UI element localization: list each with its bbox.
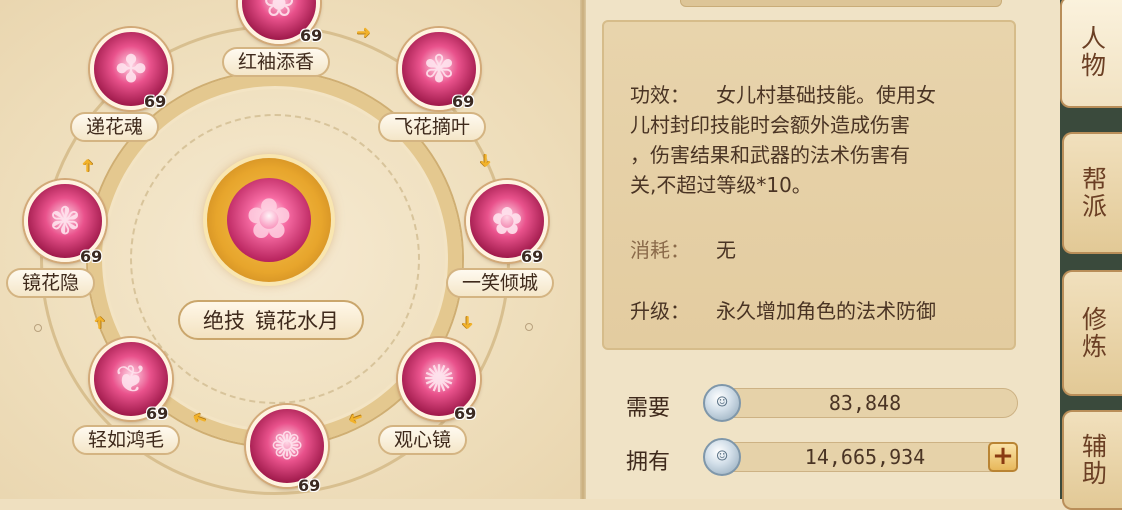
arrow-icon: ➜ (457, 314, 479, 331)
have-label: 拥有 (626, 450, 671, 475)
effect-line-1: 女儿村基础技能。使用女 (716, 83, 936, 107)
ultimate-skill-label: 绝技 镜花水月 (178, 300, 364, 340)
need-value: 83,848 (828, 391, 902, 415)
mirror-flower-icon (227, 178, 311, 262)
ornament-dot (34, 324, 42, 332)
skill-label: 飞花摘叶 (378, 112, 487, 142)
skill-level: 69 (144, 92, 167, 111)
skill-level: 69 (80, 247, 103, 266)
effect-row: 功效： 女儿村基础技能。使用女 儿村封印技能时会额外造成伤害 ，伤害结果和武器的法… (630, 80, 990, 200)
upgrade-value: 永久增加角色的法术防御 (716, 299, 936, 323)
top-strip (680, 0, 1002, 7)
skill-level: 69 (300, 26, 323, 45)
skill-label: 观心镜 (378, 425, 468, 455)
need-label: 需要 (626, 396, 671, 421)
skill-label: 递花魂 (70, 112, 160, 142)
skill-label: 镜花隐 (6, 268, 96, 298)
silver-coin-icon (703, 438, 741, 476)
upgrade-label: 升级： (630, 299, 690, 323)
effect-line-2: 儿村封印技能时会额外造成伤害 (630, 113, 910, 137)
cost-label: 消耗： (630, 238, 690, 262)
skill-level: 69 (452, 92, 475, 111)
skill-level: 69 (454, 404, 477, 423)
tab-cultivation[interactable]: 修炼 (1062, 270, 1122, 396)
arrow-icon: ➜ (77, 157, 99, 174)
skill-level: 69 (521, 247, 544, 266)
ultimate-prefix: 绝技 (203, 309, 245, 333)
lotus-bloom-icon: ❁ (271, 424, 303, 468)
ornament-dot (525, 323, 533, 331)
skill-button-bottom[interactable]: ❁ (246, 405, 328, 487)
arrow-icon: ➜ (89, 314, 111, 331)
skill-label: 红袖添香 (222, 47, 331, 77)
arrow-icon: ➜ (356, 22, 372, 43)
cost-row: 消耗： 无 (630, 235, 736, 265)
skill-level: 69 (298, 476, 321, 495)
tab-faction[interactable]: 帮派 (1062, 132, 1122, 254)
cost-value: 无 (716, 238, 736, 262)
tab-assist[interactable]: 辅助 (1062, 410, 1122, 510)
arrow-icon: ➜ (475, 152, 497, 169)
tab-character[interactable]: 人物 (1060, 0, 1122, 108)
add-currency-button[interactable]: + (988, 442, 1018, 472)
ultimate-name: 镜花水月 (255, 309, 339, 333)
side-tab-bar: 人物 帮派 修炼 辅助 (1060, 0, 1122, 510)
effect-label: 功效： (630, 83, 690, 107)
skill-level: 69 (146, 404, 169, 423)
upgrade-row: 升级： 永久增加角色的法术防御 (630, 296, 936, 326)
have-value: 14,665,934 (804, 445, 926, 469)
skill-label: 轻如鸿毛 (72, 425, 181, 455)
effect-line-4: 关,不超过等级*10。 (630, 173, 812, 197)
have-amount-bar: 14,665,934 (703, 438, 1018, 476)
need-amount-bar: 83,848 (703, 384, 1018, 422)
skill-label: 一笑倾城 (446, 268, 555, 298)
effect-line-3: ，伤害结果和武器的法术伤害有 (630, 143, 910, 167)
ultimate-skill-button[interactable] (207, 158, 331, 282)
silver-coin-icon (703, 384, 741, 422)
